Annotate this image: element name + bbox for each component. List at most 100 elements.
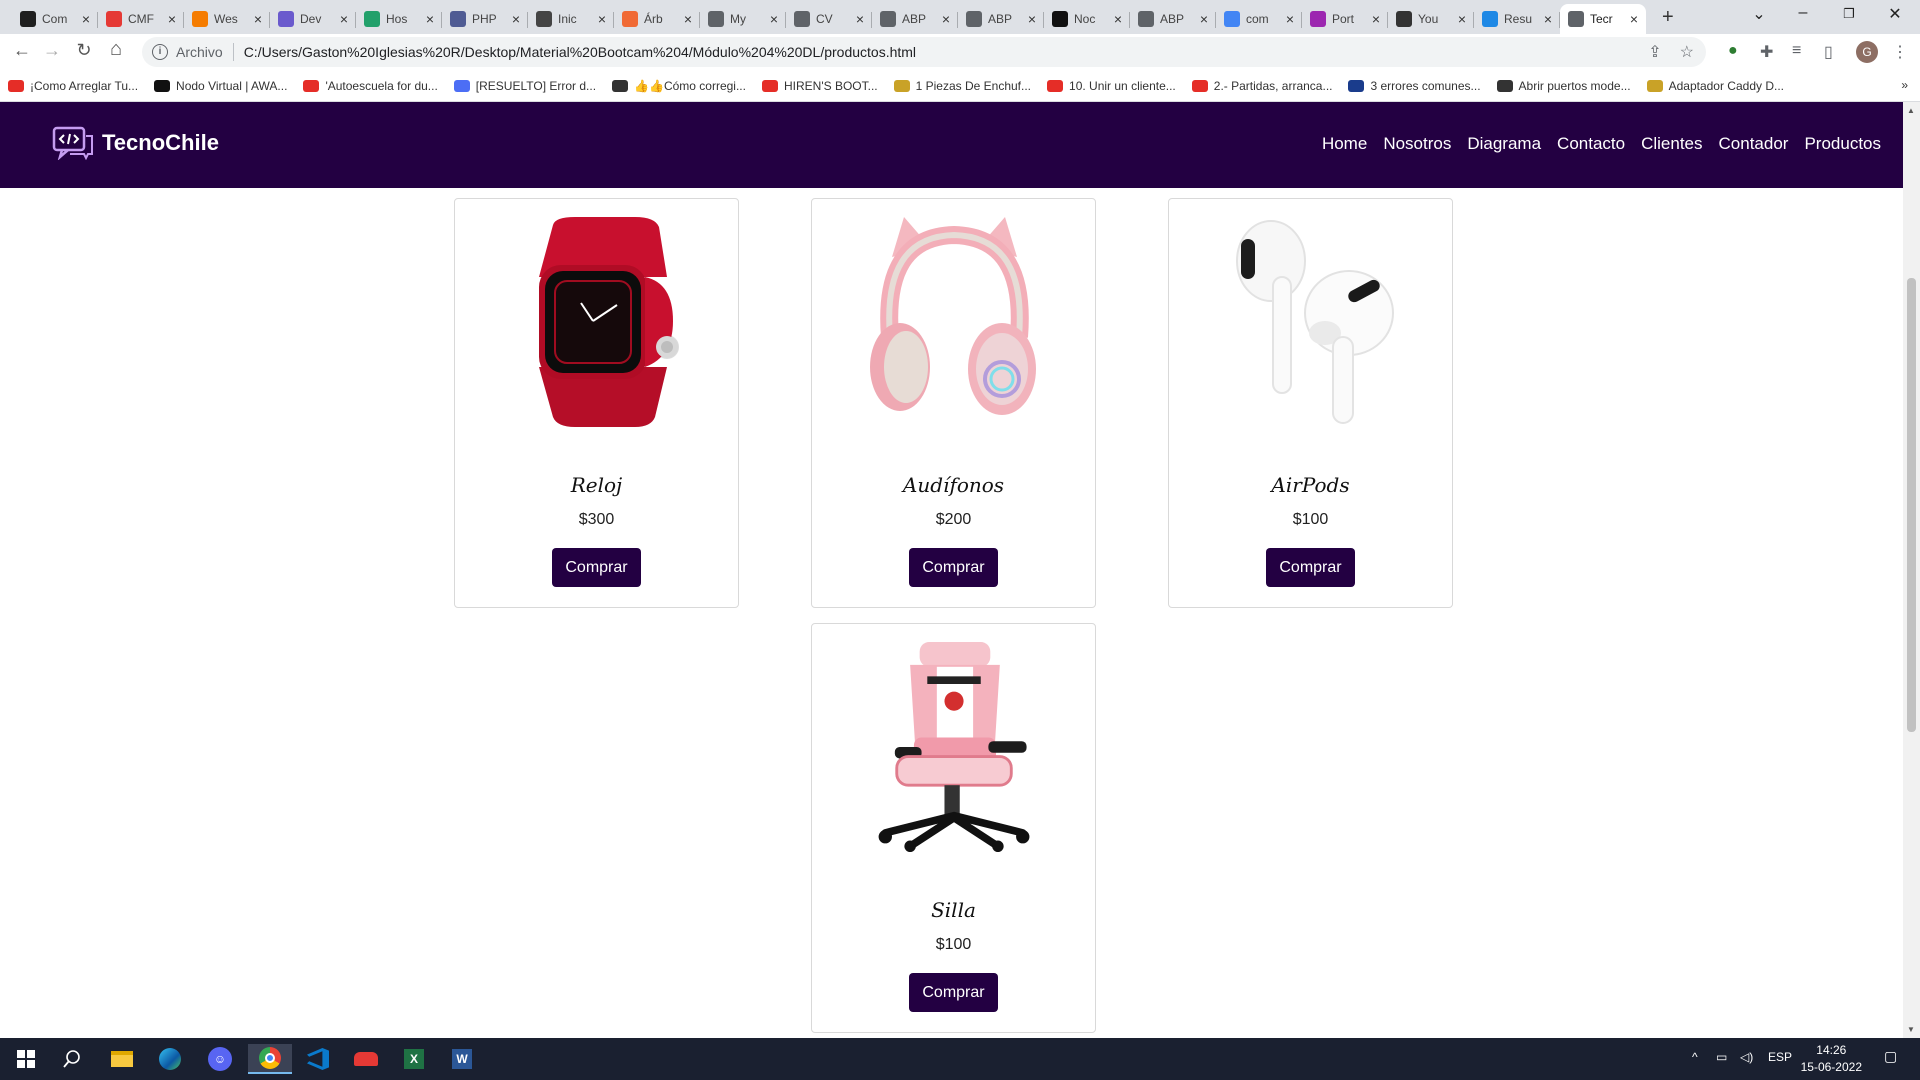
scrollbar-thumb[interactable]	[1907, 278, 1916, 732]
browser-tab[interactable]: Port ×	[1302, 4, 1388, 34]
reading-list-icon[interactable]: ≡	[1792, 42, 1801, 60]
start-button[interactable]	[4, 1044, 48, 1074]
browser-tab[interactable]: Inic ×	[528, 4, 614, 34]
close-tab-icon[interactable]: ×	[942, 11, 950, 27]
tray-chevron-icon[interactable]: ^	[1692, 1050, 1698, 1064]
browser-tab[interactable]: My ×	[700, 4, 786, 34]
browser-tab[interactable]: Tecr ×	[1560, 4, 1646, 34]
close-tab-icon[interactable]: ×	[770, 11, 778, 27]
bookmark-item[interactable]: ¡Como Arreglar Tu...	[0, 70, 146, 102]
new-tab-button[interactable]: +	[1662, 6, 1674, 29]
extensions-puzzle-icon[interactable]: ✚	[1760, 42, 1773, 62]
buy-button[interactable]: Comprar	[1266, 548, 1355, 587]
close-tab-icon[interactable]: ×	[254, 11, 262, 27]
url-text[interactable]: C:/Users/Gaston%20Iglesias%20R/Desktop/M…	[244, 44, 916, 60]
back-icon[interactable]: ←	[10, 40, 34, 61]
notifications-icon[interactable]: ▢	[1884, 1048, 1897, 1065]
scroll-up-icon[interactable]: ▲	[1907, 106, 1915, 115]
excel-icon[interactable]: X	[396, 1044, 432, 1074]
close-tab-icon[interactable]: ×	[1372, 11, 1380, 27]
menu-icon[interactable]: ⋮	[1892, 42, 1908, 62]
vscode-icon[interactable]	[300, 1044, 336, 1074]
bookmark-item[interactable]: 10. Unir un cliente...	[1039, 70, 1184, 102]
browser-tab[interactable]: ABP ×	[872, 4, 958, 34]
site-info-icon[interactable]: i	[152, 44, 168, 60]
bookmark-item[interactable]: 👍👍Cómo corregi...	[604, 70, 754, 102]
nav-link-clientes[interactable]: Clientes	[1641, 134, 1702, 154]
word-icon[interactable]: W	[444, 1044, 480, 1074]
minimize-button[interactable]: –	[1780, 4, 1826, 22]
close-tab-icon[interactable]: ×	[82, 11, 90, 27]
tab-search-icon[interactable]: ⌄	[1736, 4, 1782, 24]
home-icon[interactable]: ⌂	[104, 38, 128, 61]
close-tab-icon[interactable]: ×	[1630, 11, 1638, 27]
discord-icon[interactable]: ☺	[202, 1044, 238, 1074]
close-tab-icon[interactable]: ×	[426, 11, 434, 27]
bookmark-item[interactable]: Abrir puertos mode...	[1489, 70, 1639, 102]
side-panel-icon[interactable]: ▯	[1824, 42, 1833, 62]
close-tab-icon[interactable]: ×	[1114, 11, 1122, 27]
close-tab-icon[interactable]: ×	[684, 11, 692, 27]
close-tab-icon[interactable]: ×	[598, 11, 606, 27]
language-indicator[interactable]: ESP	[1768, 1050, 1792, 1064]
close-tab-icon[interactable]: ×	[512, 11, 520, 27]
profile-avatar[interactable]: G	[1856, 41, 1878, 63]
brand[interactable]: TecnoChile	[52, 126, 219, 160]
close-tab-icon[interactable]: ×	[856, 11, 864, 27]
browser-tab[interactable]: Hos ×	[356, 4, 442, 34]
nav-link-diagrama[interactable]: Diagrama	[1467, 134, 1541, 154]
extension-icon[interactable]: ●	[1728, 42, 1738, 60]
browser-tab[interactable]: Com ×	[12, 4, 98, 34]
bookmark-item[interactable]: Adaptador Caddy D...	[1639, 70, 1792, 102]
browser-tab[interactable]: You ×	[1388, 4, 1474, 34]
bookmark-item[interactable]: Nodo Virtual | AWA...	[146, 70, 295, 102]
browser-tab[interactable]: Dev ×	[270, 4, 356, 34]
bookmark-item[interactable]: 'Autoescuela for du...	[295, 70, 445, 102]
close-tab-icon[interactable]: ×	[168, 11, 176, 27]
forward-icon[interactable]: →	[40, 40, 64, 61]
bookmark-item[interactable]: 1 Piezas De Enchuf...	[886, 70, 1039, 102]
browser-tab[interactable]: ABP ×	[1130, 4, 1216, 34]
clock[interactable]: 14:26 15-06-2022	[1801, 1042, 1862, 1076]
nav-link-contador[interactable]: Contador	[1719, 134, 1789, 154]
more-bookmarks-icon[interactable]: »	[1901, 78, 1908, 92]
volume-icon[interactable]: ◁)	[1740, 1050, 1753, 1064]
search-icon[interactable]	[54, 1044, 90, 1074]
file-explorer-icon[interactable]	[104, 1044, 140, 1074]
browser-tab[interactable]: Wes ×	[184, 4, 270, 34]
browser-tab[interactable]: CV ×	[786, 4, 872, 34]
app-icon[interactable]	[348, 1044, 384, 1074]
browser-tab[interactable]: Resu ×	[1474, 4, 1560, 34]
browser-tab[interactable]: com ×	[1216, 4, 1302, 34]
network-icon[interactable]: ▭	[1716, 1050, 1727, 1064]
bookmark-item[interactable]: 2.- Partidas, arranca...	[1184, 70, 1341, 102]
buy-button[interactable]: Comprar	[909, 548, 998, 587]
buy-button[interactable]: Comprar	[909, 973, 998, 1012]
browser-tab[interactable]: CMF ×	[98, 4, 184, 34]
close-tab-icon[interactable]: ×	[1286, 11, 1294, 27]
bookmark-star-icon[interactable]: ☆	[1680, 42, 1694, 62]
close-tab-icon[interactable]: ×	[1544, 11, 1552, 27]
close-tab-icon[interactable]: ×	[1028, 11, 1036, 27]
close-tab-icon[interactable]: ×	[1458, 11, 1466, 27]
maximize-button[interactable]: ❐	[1826, 6, 1872, 22]
nav-link-home[interactable]: Home	[1322, 134, 1367, 154]
nav-link-productos[interactable]: Productos	[1804, 134, 1881, 154]
nav-link-contacto[interactable]: Contacto	[1557, 134, 1625, 154]
page-scrollbar[interactable]: ▲ ▼	[1903, 102, 1920, 1038]
edge-icon[interactable]	[152, 1044, 188, 1074]
browser-tab[interactable]: Noc ×	[1044, 4, 1130, 34]
chrome-icon[interactable]	[248, 1044, 292, 1074]
browser-tab[interactable]: PHP ×	[442, 4, 528, 34]
bookmark-item[interactable]: [RESUELTO] Error d...	[446, 70, 604, 102]
close-tab-icon[interactable]: ×	[1200, 11, 1208, 27]
scroll-down-icon[interactable]: ▼	[1907, 1025, 1915, 1034]
close-tab-icon[interactable]: ×	[340, 11, 348, 27]
address-bar[interactable]: i Archivo C:/Users/Gaston%20Iglesias%20R…	[142, 37, 1706, 67]
nav-link-nosotros[interactable]: Nosotros	[1383, 134, 1451, 154]
buy-button[interactable]: Comprar	[552, 548, 641, 587]
browser-tab[interactable]: Árb ×	[614, 4, 700, 34]
reload-icon[interactable]: ↻	[72, 40, 96, 61]
bookmark-item[interactable]: 3 errores comunes...	[1340, 70, 1488, 102]
share-icon[interactable]: ⇪	[1648, 42, 1661, 62]
